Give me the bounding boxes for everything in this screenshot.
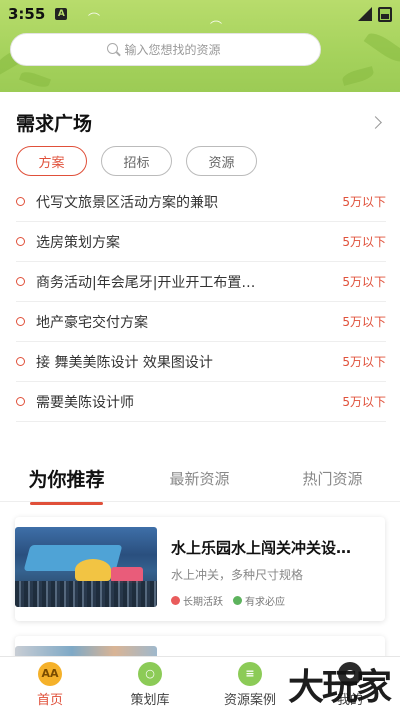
demand-filters: 方案 招标 资源 <box>0 146 400 176</box>
tag-label: 长期活跃 <box>183 597 223 608</box>
status-time: 3:55 <box>8 5 46 23</box>
library-icon: ○ <box>138 661 162 686</box>
demand-list: 代写文旅景区活动方案的兼职 5万以下 选房策划方案 5万以下 商务活动|年会尾牙… <box>0 182 400 422</box>
watermark-logo: 大玩家 <box>287 667 392 708</box>
nav-label: 策划库 <box>130 692 170 708</box>
bullet-icon <box>16 197 25 206</box>
search-bar[interactable] <box>10 33 321 66</box>
demand-price: 5万以下 <box>342 235 386 249</box>
tab-latest[interactable]: 最新资源 <box>133 468 266 489</box>
signal-icon <box>358 7 372 21</box>
check-icon <box>233 596 242 605</box>
list-item[interactable]: 选房策划方案 5万以下 <box>16 222 386 262</box>
case-icon: ≡ <box>238 661 262 686</box>
chevron-right-icon[interactable] <box>369 115 382 129</box>
bullet-icon <box>16 317 25 326</box>
demand-title: 地产豪宅交付方案 <box>36 314 148 331</box>
home-icon: AA <box>38 661 62 686</box>
demand-price: 5万以下 <box>342 395 386 409</box>
nav-library[interactable]: ○ 策划库 <box>100 657 200 712</box>
recommend-tabs: 为你推荐 最新资源 热门资源 <box>0 456 400 505</box>
nav-cases[interactable]: ≡ 资源案例 <box>200 657 300 712</box>
demand-title: 选房策划方案 <box>36 234 120 251</box>
demand-price: 5万以下 <box>342 315 386 329</box>
demand-price: 5万以下 <box>342 275 386 289</box>
demand-header[interactable]: 需求广场 <box>0 92 400 152</box>
list-item[interactable]: 代写文旅景区活动方案的兼职 5万以下 <box>16 182 386 222</box>
card-thumbnail <box>15 527 157 607</box>
flame-icon <box>171 596 180 605</box>
filter-resource[interactable]: 资源 <box>186 146 257 176</box>
list-item[interactable]: 接 舞美美陈设计 效果图设计 5万以下 <box>16 342 386 382</box>
bullet-icon <box>16 237 25 246</box>
demand-section: 需求广场 方案 招标 资源 代写文旅景区活动方案的兼职 5万以下 选房策划方案 … <box>0 92 400 422</box>
tag-label: 有求必应 <box>245 597 285 608</box>
demand-title: 接 舞美美陈设计 效果图设计 <box>36 354 213 371</box>
card-tags: 长期活跃 有求必应 <box>171 593 373 608</box>
demand-price: 5万以下 <box>342 355 386 369</box>
nav-label: 资源案例 <box>223 692 276 708</box>
bullet-icon <box>16 277 25 286</box>
list-item[interactable]: 需要美陈设计师 5万以下 <box>16 382 386 422</box>
nav-home[interactable]: AA 首页 <box>0 657 100 712</box>
bullet-icon <box>16 397 25 406</box>
demand-title: 代写文旅景区活动方案的兼职 <box>36 194 218 211</box>
filter-tender[interactable]: 招标 <box>101 146 172 176</box>
filter-plan[interactable]: 方案 <box>16 146 87 176</box>
leaf-decoration <box>340 66 376 86</box>
search-icon <box>106 42 121 57</box>
list-item[interactable]: 商务活动|年会尾牙|开业开工布置… 5万以下 <box>16 262 386 302</box>
tab-popular[interactable]: 热门资源 <box>266 468 399 489</box>
card-title: 水上乐园水上闯关冲关设… <box>171 539 352 557</box>
section-title: 需求广场 <box>16 112 93 135</box>
card-subtitle: 水上冲关，多种尺寸规格 <box>171 568 304 582</box>
demand-title: 需要美陈设计师 <box>36 394 134 411</box>
tag-responsive: 有求必应 <box>233 593 285 608</box>
notification-icon: A <box>55 8 68 20</box>
leaf-decoration <box>363 28 400 67</box>
bullet-icon <box>16 357 25 366</box>
battery-icon <box>378 6 392 22</box>
search-input[interactable] <box>124 42 225 57</box>
list-item[interactable]: 地产豪宅交付方案 5万以下 <box>16 302 386 342</box>
leaf-decoration <box>19 69 51 90</box>
tab-recommended[interactable]: 为你推荐 <box>0 465 133 505</box>
tag-active: 长期活跃 <box>171 593 223 608</box>
resource-card[interactable]: 水上乐园水上闯关冲关设… 水上冲关，多种尺寸规格 长期活跃 有求必应 <box>15 517 385 621</box>
nav-label: 首页 <box>36 692 63 708</box>
status-bar: 3:55 A <box>0 0 400 28</box>
demand-title: 商务活动|年会尾牙|开业开工布置… <box>36 274 256 291</box>
demand-price: 5万以下 <box>342 195 386 209</box>
